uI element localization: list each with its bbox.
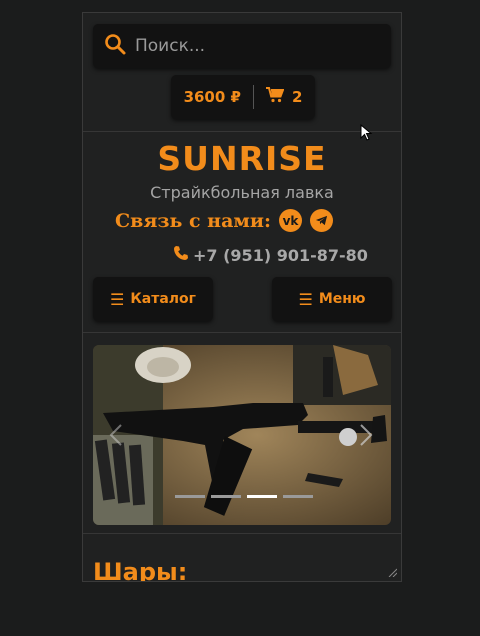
catalog-label: Каталог <box>130 291 196 307</box>
cart-divider <box>252 85 254 109</box>
cart-count: 2 <box>291 88 303 106</box>
vk-icon[interactable]: vk <box>279 209 303 232</box>
catalog-button[interactable]: ☰ Каталог <box>93 277 213 321</box>
phone-link[interactable]: +7 (951) 901-87-80 <box>173 245 368 265</box>
hamburger-icon: ☰ <box>110 289 125 309</box>
menu-button[interactable]: ☰ Меню <box>272 277 392 321</box>
telegram-icon[interactable] <box>310 209 334 232</box>
cart-total: 3600 ₽ <box>183 88 241 106</box>
page-frame: Поиск... 3600 ₽ 2 SUNRISE Страйкбольная … <box>82 12 402 582</box>
contact-label: Связь с нами: <box>115 209 272 232</box>
hamburger-icon: ☰ <box>298 289 313 309</box>
contact-row: Связь с нами: vk <box>115 209 334 232</box>
header-top: Поиск... 3600 ₽ 2 <box>83 13 401 132</box>
search-placeholder: Поиск... <box>135 36 206 56</box>
resize-handle-icon[interactable] <box>387 567 397 577</box>
search-icon <box>103 32 127 60</box>
search-input[interactable]: Поиск... <box>93 24 391 68</box>
hero-slider[interactable] <box>93 345 391 525</box>
cart-icon <box>265 87 292 107</box>
slide-image <box>93 345 391 525</box>
site-tagline: Страйкбольная лавка <box>150 183 334 202</box>
phone-icon <box>173 245 193 265</box>
site-logo[interactable]: SUNRISE <box>83 139 401 178</box>
menu-label: Меню <box>318 291 366 307</box>
section-heading: Шары: <box>93 558 188 582</box>
mouse-cursor-icon <box>360 124 373 141</box>
cart-button[interactable]: 3600 ₽ 2 <box>171 75 315 119</box>
phone-number: +7 (951) 901-87-80 <box>193 245 368 265</box>
